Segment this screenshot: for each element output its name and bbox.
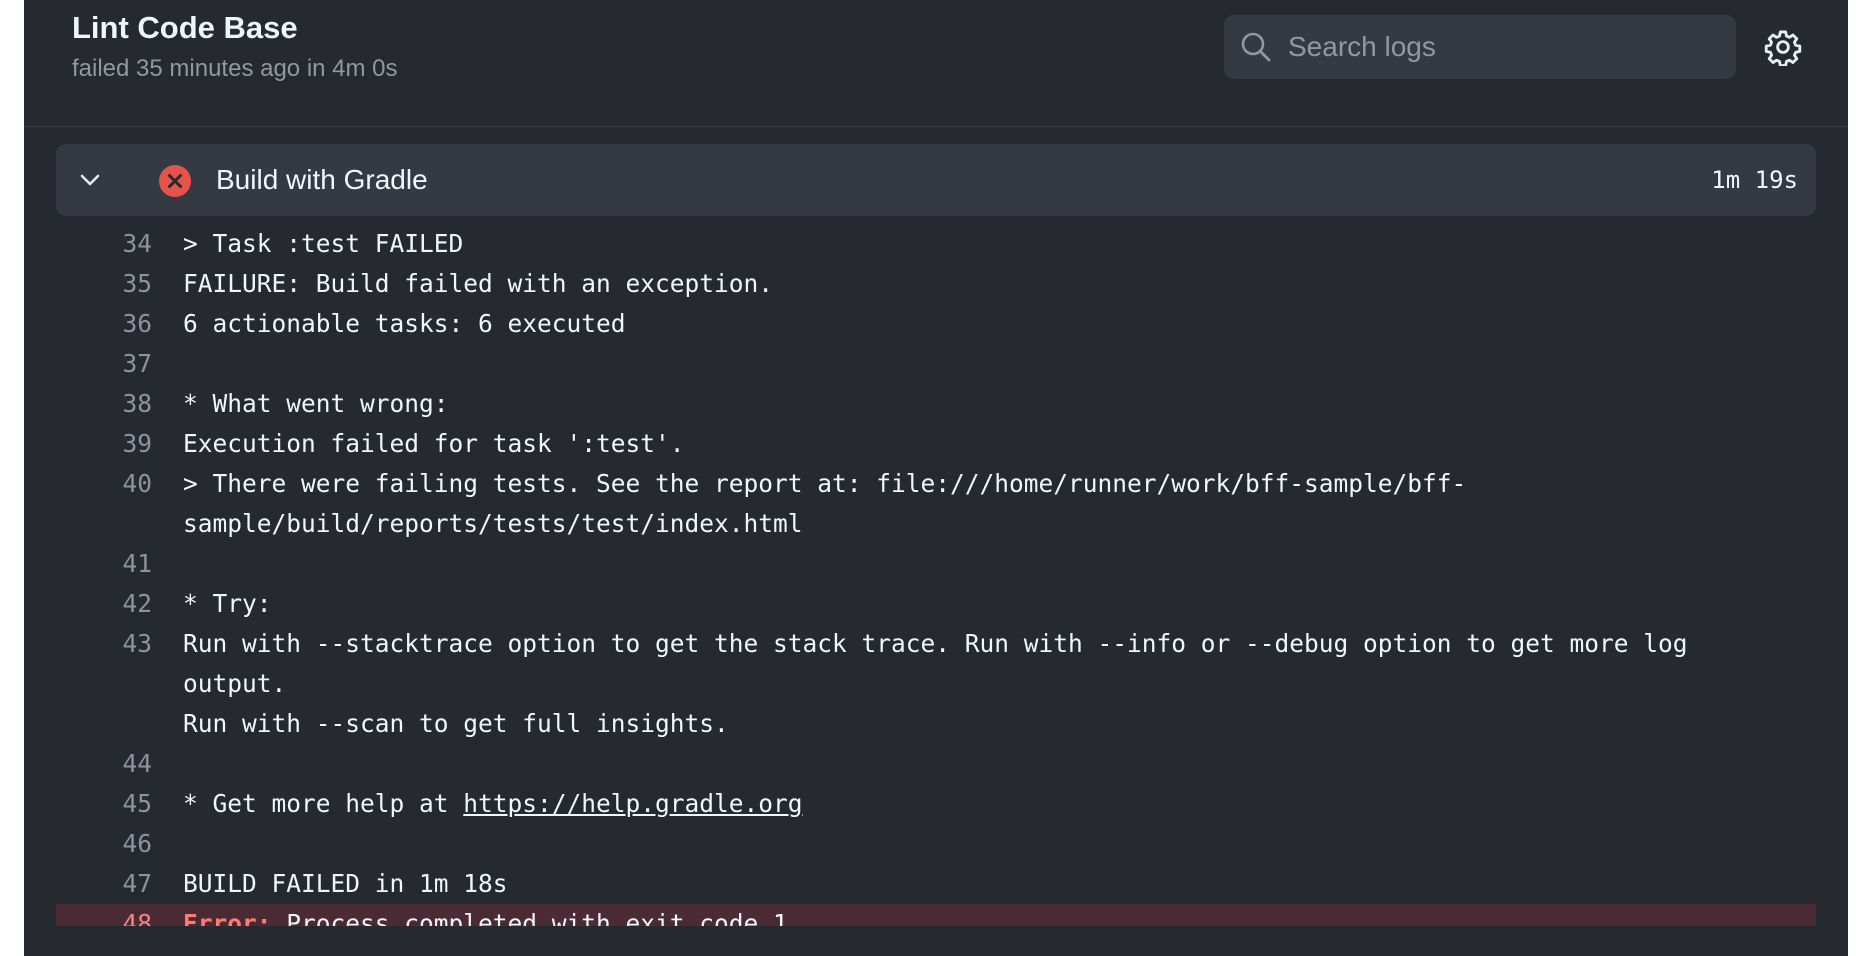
search-logs-input[interactable] [1286, 23, 1720, 71]
error-message: Process completed with exit code 1. [271, 909, 803, 926]
line-number[interactable]: 37 [56, 344, 152, 384]
line-number[interactable]: 47 [56, 864, 152, 904]
line-number[interactable]: 41 [56, 544, 152, 584]
log-line: 43 Run with --stacktrace option to get th… [56, 624, 1816, 744]
line-number[interactable]: 42 [56, 584, 152, 624]
line-number[interactable]: 34 [56, 224, 152, 264]
line-number[interactable]: 36 [56, 304, 152, 344]
log-line-text: > There were failing tests. See the repo… [183, 469, 1467, 538]
log-line: 47 BUILD FAILED in 1m 18s [56, 864, 1816, 904]
log-line-text: BUILD FAILED in 1m 18s [183, 869, 508, 898]
log-line: 46 [56, 824, 1816, 864]
error-label: Error: [183, 909, 272, 926]
failed-status-icon [159, 165, 191, 197]
line-number[interactable]: 35 [56, 264, 152, 304]
log-line: 44 [56, 744, 1816, 784]
line-number[interactable]: 45 [56, 784, 152, 824]
log-line: 34 > Task :test FAILED [56, 224, 1816, 264]
log-line-text: * What went wrong: [183, 389, 449, 418]
log-line: 39 Execution failed for task ':test'. [56, 424, 1816, 464]
log-line-text: * Try: [183, 589, 272, 618]
log-text: * Get more help at [183, 789, 464, 818]
chevron-down-icon[interactable] [78, 168, 102, 192]
help-link[interactable]: https://help.gradle.org [463, 789, 802, 818]
search-logs-box[interactable] [1224, 15, 1736, 79]
log-line-error: 48 Error: Process completed with exit cod… [56, 904, 1816, 926]
log-line: 37 [56, 344, 1816, 384]
log-line: 36 6 actionable tasks: 6 executed [56, 304, 1816, 344]
log-line: 41 [56, 544, 1816, 584]
line-number[interactable]: 46 [56, 824, 152, 864]
step-duration: 1m 19s [1711, 166, 1798, 194]
line-number[interactable]: 33 [56, 216, 152, 224]
log-line-text: FAILURE: Build failed with an exception. [183, 269, 774, 298]
step-header-build-with-gradle[interactable]: Build with Gradle 1m 19s [56, 144, 1816, 216]
log-line: 38 * What went wrong: [56, 384, 1816, 424]
log-line-text: Run with --stacktrace option to get the … [183, 629, 1688, 738]
log-line-text: > Task :test FAILED [183, 229, 464, 258]
job-header: Lint Code Base failed 35 minutes ago in … [24, 0, 1848, 127]
log-output: 33 34 > Task :test FAILED 35 FAILURE: Build… [56, 216, 1816, 926]
line-number[interactable]: 48 [56, 904, 152, 926]
job-title: Lint Code Base [72, 10, 298, 45]
log-line: 45 * Get more help at https://help.gradle… [56, 784, 1816, 824]
log-line: 35 FAILURE: Build failed with an exceptio… [56, 264, 1816, 304]
line-number[interactable]: 40 [56, 464, 152, 504]
line-number[interactable]: 44 [56, 744, 152, 784]
line-number[interactable]: 43 [56, 624, 152, 664]
log-line-text: 6 actionable tasks: 6 executed [183, 309, 626, 338]
log-line-text: Error: Process completed with exit code … [183, 904, 1816, 926]
log-line: 33 [56, 216, 1816, 224]
line-number[interactable]: 38 [56, 384, 152, 424]
gear-icon[interactable] [1764, 28, 1802, 66]
search-icon [1241, 32, 1271, 62]
log-line-text: Execution failed for task ':test'. [183, 429, 685, 458]
log-line-text: * Get more help at https://help.gradle.o… [183, 784, 1816, 824]
line-number[interactable]: 39 [56, 424, 152, 464]
step-name: Build with Gradle [216, 164, 428, 195]
log-line: 40 > There were failing tests. See the re… [56, 464, 1816, 544]
job-status-summary: failed 35 minutes ago in 4m 0s [72, 55, 398, 82]
job-log-panel: Lint Code Base failed 35 minutes ago in … [24, 0, 1848, 956]
log-line: 42 * Try: [56, 584, 1816, 624]
